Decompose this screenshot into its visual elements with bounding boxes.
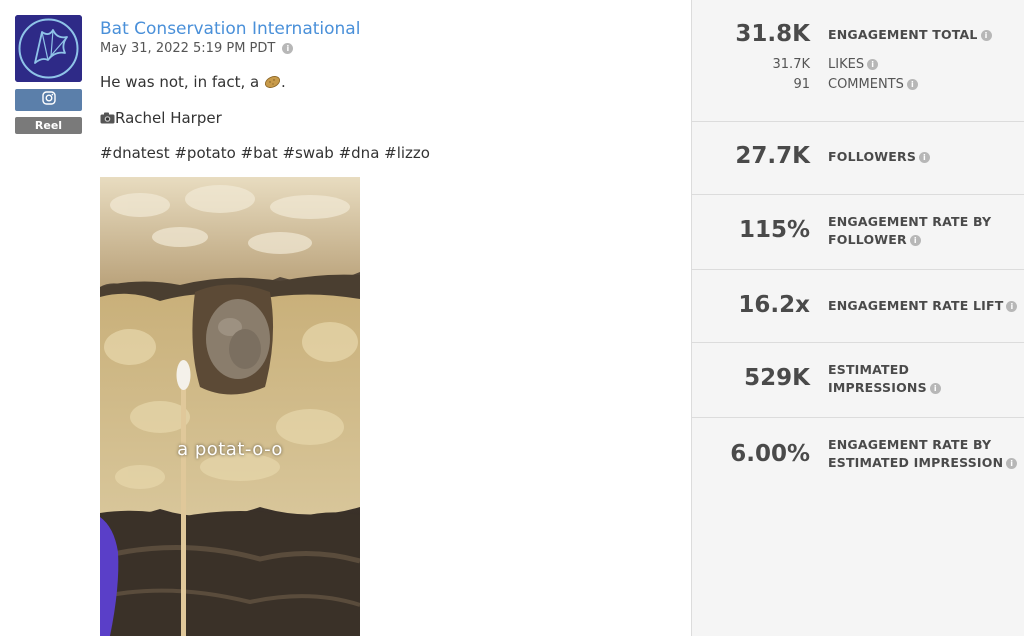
hashtags: #dnatest #potato #bat #swab #dna #lizzo (100, 144, 430, 162)
stat-engagement-total: 31.8K ENGAGEMENT TOTAL i 31.7K LIKES i 91 … (692, 0, 1024, 122)
stat-engagement-rate-follower: 115% ENGAGEMENT RATE BY FOLLOWER i (692, 194, 1024, 270)
comments-label: COMMENTS i (828, 77, 918, 92)
estimated-impressions-label: ESTIMATED IMPRESSIONS i (828, 361, 948, 397)
engagement-rate-lift-label: ENGAGEMENT RATE LIFT i (828, 297, 1018, 315)
stat-engagement-rate-impression: 6.00% ENGAGEMENT RATE BY ESTIMATED IMPRE… (692, 417, 1024, 493)
potato-emoji-icon (264, 75, 281, 93)
info-icon[interactable]: i (980, 30, 992, 41)
author-link[interactable]: Bat Conservation International (100, 19, 360, 39)
engagement-rate-impression-label-text: ENGAGEMENT RATE BY ESTIMATED IMPRESSION (828, 437, 1004, 470)
caption-line-1: He was not, in fact, a . (100, 73, 286, 93)
photographer-credit: Rachel Harper (115, 109, 222, 127)
followers-label-text: FOLLOWERS (828, 149, 917, 164)
engagement-rate-lift-value: 16.2x (738, 292, 810, 318)
post-timestamp: May 31, 2022 5:19 PM PDT i (100, 41, 294, 56)
engagement-total-label: ENGAGEMENT TOTAL i (828, 26, 1018, 44)
caption-period: . (280, 73, 286, 91)
account-avatar[interactable] (15, 15, 82, 82)
timestamp-text: May 31, 2022 5:19 PM PDT (100, 41, 276, 56)
engagement-rate-impression-label: ENGAGEMENT RATE BY ESTIMATED IMPRESSION i (828, 436, 1018, 472)
info-icon[interactable]: i (1006, 458, 1018, 469)
engagement-rate-follower-label: ENGAGEMENT RATE BY FOLLOWER i (828, 213, 993, 249)
media-overlay-text: a potat-o-o (177, 439, 283, 460)
followers-label: FOLLOWERS i (828, 148, 1018, 166)
caption-text: He was not, in fact, a (100, 73, 264, 91)
comments-label-text: COMMENTS (828, 77, 904, 92)
estimated-impressions-label-text: ESTIMATED IMPRESSIONS (828, 362, 927, 395)
camera-icon (100, 110, 115, 128)
stat-estimated-impressions: 529K ESTIMATED IMPRESSIONS i (692, 342, 1024, 418)
info-icon[interactable]: i (919, 152, 931, 163)
comments-value: 91 (793, 77, 810, 92)
engagement-rate-impression-value: 6.00% (730, 441, 810, 467)
caption-line-2: Rachel Harper (100, 109, 222, 128)
engagement-rate-lift-label-text: ENGAGEMENT RATE LIFT (828, 298, 1004, 313)
info-icon[interactable]: i (1006, 301, 1018, 312)
engagement-total-value: 31.8K (735, 21, 810, 47)
reel-badge: Reel (15, 117, 82, 134)
engagement-rate-follower-value: 115% (738, 217, 810, 243)
info-icon[interactable]: i (867, 59, 879, 70)
estimated-impressions-value: 529K (744, 365, 810, 391)
instagram-icon (41, 90, 56, 110)
info-icon[interactable]: i (282, 43, 294, 54)
likes-label: LIKES i (828, 57, 879, 72)
stat-followers: 27.7K FOLLOWERS i (692, 121, 1024, 195)
stats-panel: 31.8K ENGAGEMENT TOTAL i 31.7K LIKES i 91 … (691, 0, 1024, 636)
stat-engagement-rate-lift: 16.2x ENGAGEMENT RATE LIFT i (692, 269, 1024, 343)
info-icon[interactable]: i (909, 235, 921, 246)
info-icon[interactable]: i (906, 79, 918, 90)
engagement-total-label-text: ENGAGEMENT TOTAL (828, 27, 978, 42)
followers-value: 27.7K (735, 143, 810, 169)
post-media[interactable]: a potat-o-o (100, 177, 360, 636)
likes-value: 31.7K (772, 57, 810, 72)
info-icon[interactable]: i (929, 383, 941, 394)
platform-badge (15, 89, 82, 111)
likes-label-text: LIKES (828, 57, 865, 72)
